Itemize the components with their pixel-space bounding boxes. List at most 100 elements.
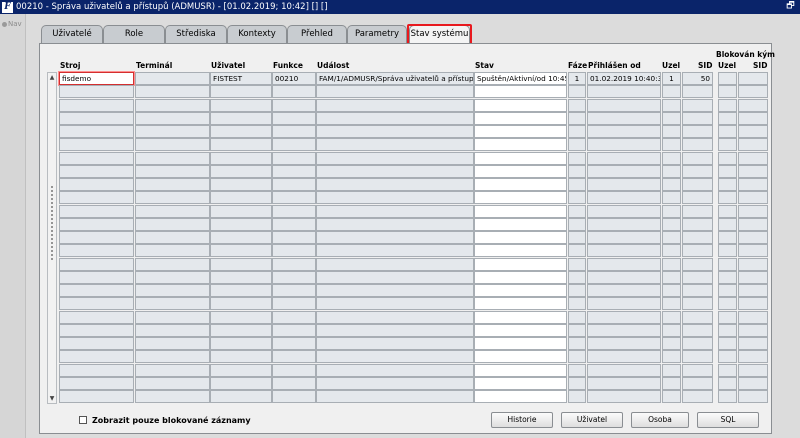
grid-cell[interactable] [682,85,713,99]
grid-cell[interactable] [738,284,768,297]
tab-strediska[interactable]: Střediska [165,25,227,43]
grid-cell[interactable] [474,350,567,364]
grid-cell[interactable] [662,204,681,218]
grid-cell[interactable] [316,204,474,218]
grid-cell[interactable] [568,350,586,364]
grid-cell[interactable] [738,98,768,112]
grid-cell[interactable] [135,363,210,377]
cell-uzel[interactable]: 1 [662,72,681,85]
grid-cell[interactable] [718,204,737,218]
grid-cell[interactable] [59,125,134,138]
cell-udalost[interactable]: FAM/1/ADMUSR/Správa uživatelů a přístupů [316,72,474,85]
grid-cell[interactable] [662,310,681,324]
grid-cell[interactable] [662,85,681,99]
grid-cell[interactable] [587,178,661,191]
grid-cell[interactable] [682,204,713,218]
grid-cell[interactable] [272,164,316,178]
grid-cell[interactable] [316,376,474,390]
grid-cell[interactable] [272,98,316,112]
grid-cell[interactable] [718,178,737,191]
grid-cell[interactable] [316,257,474,271]
grid-cell[interactable] [718,125,737,138]
grid-cell[interactable] [272,350,316,364]
grid-cell[interactable] [568,138,586,152]
grid-cell[interactable] [272,244,316,258]
grid-cell[interactable] [59,270,134,284]
grid-cell[interactable] [210,350,272,364]
grid-cell[interactable] [738,191,768,205]
grid-cell[interactable] [59,191,134,205]
grid-cell[interactable] [316,297,474,311]
sql-button[interactable]: SQL [697,412,759,428]
grid-cell[interactable] [210,323,272,337]
grid-cell[interactable] [738,164,768,178]
scroll-up-icon[interactable]: ▲ [48,73,56,82]
grid-cell[interactable] [682,284,713,297]
grid-cell[interactable] [474,284,567,297]
grid-cell[interactable] [662,98,681,112]
grid-cell[interactable] [718,270,737,284]
grid-cell[interactable] [662,323,681,337]
grid-cell[interactable] [682,231,713,244]
grid-cell[interactable] [474,337,567,350]
grid-cell[interactable] [682,350,713,364]
grid-cell[interactable] [135,284,210,297]
grid-cell[interactable] [272,363,316,377]
grid-cell[interactable] [682,164,713,178]
grid-cell[interactable] [662,164,681,178]
grid-cell[interactable] [662,138,681,152]
grid-cell[interactable] [59,284,134,297]
grid-cell[interactable] [568,85,586,99]
grid-cell[interactable] [210,390,272,403]
grid-cell[interactable] [568,125,586,138]
grid-cell[interactable] [568,111,586,125]
nav-button[interactable]: Nav [2,20,22,28]
grid-cell[interactable] [568,231,586,244]
grid-cell[interactable] [474,270,567,284]
grid-cell[interactable] [474,257,567,271]
grid-cell[interactable] [272,111,316,125]
grid-cell[interactable] [210,151,272,165]
grid-cell[interactable] [135,98,210,112]
grid-cell[interactable] [568,363,586,377]
grid-cell[interactable] [59,138,134,152]
grid-cell[interactable] [272,231,316,244]
grid-cell[interactable] [738,125,768,138]
cell-uzivatel[interactable]: FISTEST [210,72,272,85]
grid-cell[interactable] [662,151,681,165]
grid-cell[interactable] [682,138,713,152]
grid-cell[interactable] [568,310,586,324]
grid-cell[interactable] [738,337,768,350]
grid-cell[interactable] [682,98,713,112]
grid-cell[interactable] [316,111,474,125]
grid-cell[interactable] [568,284,586,297]
cell-stav[interactable]: Spuštěn/Aktivní/od 10:45/ [474,72,567,85]
grid-cell[interactable] [474,310,567,324]
grid-cell[interactable] [135,164,210,178]
grid-cell[interactable] [272,284,316,297]
grid-cell[interactable] [738,151,768,165]
grid-cell[interactable] [135,138,210,152]
grid-cell[interactable] [210,337,272,350]
grid-cell[interactable] [135,270,210,284]
grid-cell[interactable] [587,98,661,112]
grid-cell[interactable] [474,85,567,99]
grid-cell[interactable] [316,151,474,165]
grid-cell[interactable] [474,217,567,231]
grid-cell[interactable] [662,125,681,138]
grid-cell[interactable] [738,85,768,99]
grid-cell[interactable] [272,257,316,271]
grid-cell[interactable] [59,390,134,403]
grid-cell[interactable] [474,376,567,390]
grid-cell[interactable] [316,244,474,258]
grid-cell[interactable] [587,350,661,364]
grid-cell[interactable] [59,178,134,191]
grid-cell[interactable] [474,231,567,244]
grid-cell[interactable] [316,323,474,337]
grid-cell[interactable] [59,231,134,244]
grid-cell[interactable] [135,244,210,258]
grid-cell[interactable] [272,204,316,218]
grid-cell[interactable] [682,363,713,377]
grid-cell[interactable] [59,376,134,390]
grid-cell[interactable] [210,257,272,271]
